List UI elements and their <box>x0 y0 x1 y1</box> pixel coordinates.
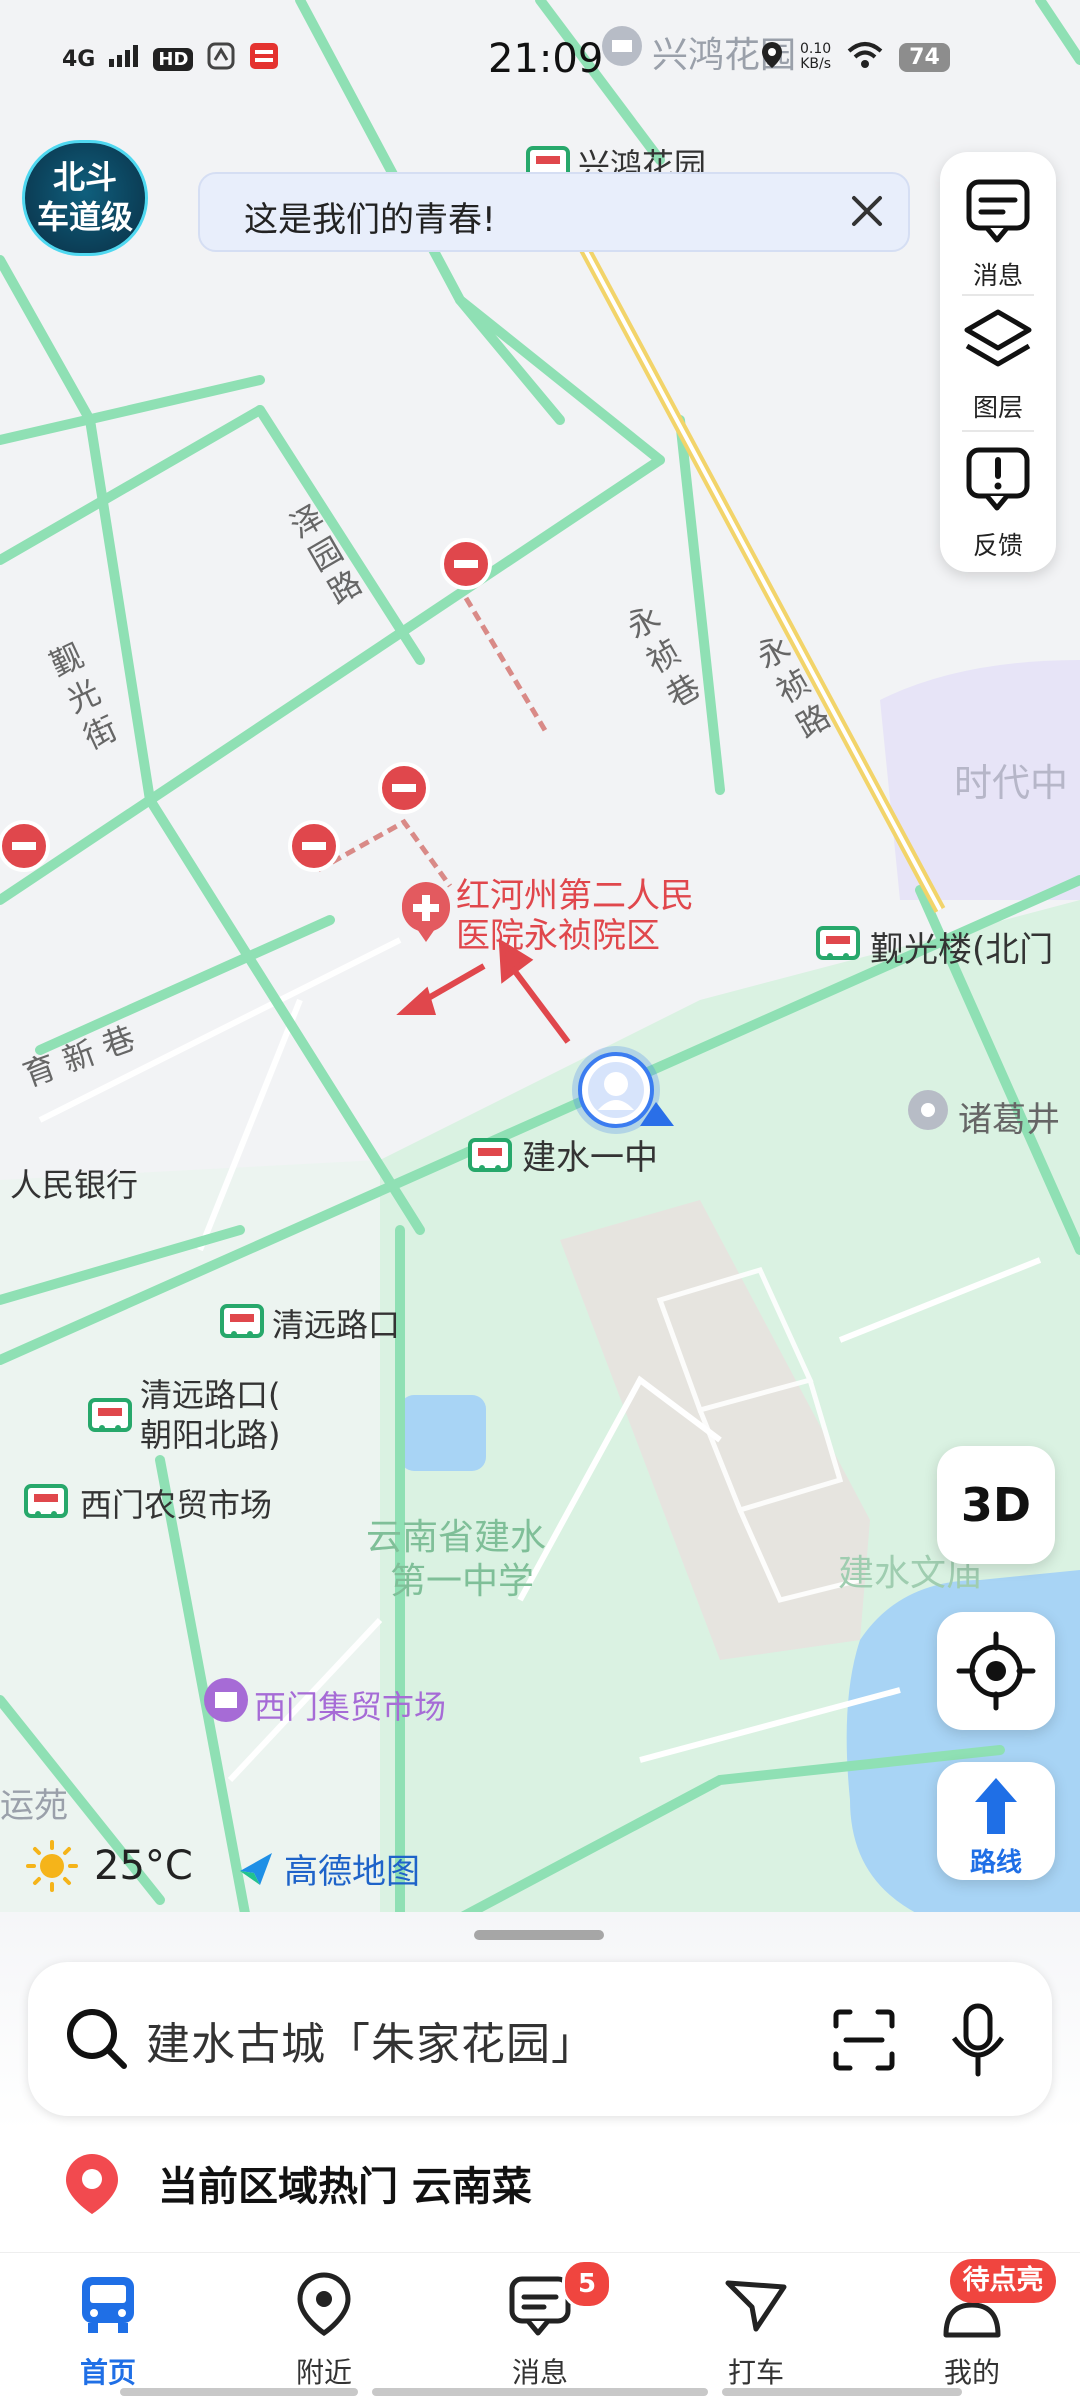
layers-tool-button[interactable]: 图层 <box>940 304 1056 434</box>
bottom-tab-bar: 首页 附近 5 消息 打车 待点亮 我的 <box>0 2252 1080 2401</box>
amap-brand: 高德地图 <box>236 1844 420 1893</box>
gesture-bar-segment <box>722 2388 962 2396</box>
hd-badge: HD <box>153 47 194 71</box>
map-label-hospital-line2[interactable]: 医院永祯院区 <box>456 908 660 957</box>
tab-messages-label: 消息 <box>511 2356 568 2389</box>
feedback-tool-button[interactable]: 反馈 <box>940 440 1056 570</box>
feedback-tool-label: 反馈 <box>972 531 1023 560</box>
market-poi-pin[interactable] <box>204 1678 248 1722</box>
tab-home[interactable]: 首页 <box>38 2253 178 2401</box>
map-label-jianshui-no1[interactable]: 建水一中 <box>522 1130 658 1179</box>
map-label-ximen-bazaar[interactable]: 西门集贸市场 <box>254 1682 446 1728</box>
location-status-icon <box>760 40 784 74</box>
close-icon[interactable] <box>844 188 890 234</box>
search-bar[interactable]: 建水古城「朱家花园」 <box>28 1962 1052 2116</box>
microphone-icon[interactable] <box>946 2002 1010 2078</box>
location-pin-icon <box>66 2154 118 2214</box>
map-label-qingyuan-chaoyang-line2[interactable]: 朝阳北路) <box>140 1410 281 1456</box>
app-notification-icon <box>207 42 235 76</box>
tab-taxi[interactable]: 打车 <box>686 2253 826 2401</box>
nearby-pin-icon <box>297 2272 351 2337</box>
app-notification-icon-2 <box>249 42 279 76</box>
message-icon <box>966 179 1030 243</box>
wifi-icon <box>847 41 883 73</box>
net-speed: 0.10 KB/s <box>800 42 831 72</box>
layers-tool-label: 图层 <box>972 393 1023 422</box>
tab-profile-label: 我的 <box>943 2356 1000 2389</box>
map-label-peoples-bank[interactable]: 人民银行 <box>10 1160 138 1206</box>
map-label-shidai[interactable]: 时代中 <box>954 752 1068 807</box>
profile-icon <box>943 2302 1001 2338</box>
amap-brand-name: 高德地图 <box>284 1852 420 1892</box>
network-type: 4G <box>62 46 96 72</box>
sun-icon <box>26 1840 78 1892</box>
map-label-qingyuan-crossing[interactable]: 清远路口 <box>272 1300 400 1346</box>
net-speed-value: 0.10 <box>800 41 832 57</box>
scan-icon[interactable] <box>832 2008 896 2072</box>
net-speed-unit: KB/s <box>800 56 831 72</box>
route-button[interactable]: 路线 <box>937 1762 1055 1880</box>
map-label-ximen-farm-market[interactable]: 西门农贸市场 <box>80 1480 272 1526</box>
locate-me-button[interactable] <box>937 1612 1055 1730</box>
amap-logo-icon <box>240 1852 272 1885</box>
route-label: 路线 <box>969 1848 1022 1878</box>
taxi-icon <box>725 2280 787 2332</box>
sheet-drag-handle[interactable] <box>474 1930 604 1940</box>
weather-widget[interactable]: 25°C <box>24 1838 193 1894</box>
announcement-banner[interactable]: 这是我们的青春! <box>198 172 910 252</box>
map-label-school-line2[interactable]: 第一中学 <box>390 1552 534 1604</box>
tab-home-label: 首页 <box>79 2356 136 2389</box>
hot-recommendation[interactable]: 当前区域热门 云南菜 <box>62 2150 532 2216</box>
clock: 21:09 <box>488 36 604 82</box>
tool-divider <box>962 430 1034 432</box>
battery-indicator: 74 <box>899 42 950 72</box>
banner-text: 这是我们的青春! <box>244 200 496 240</box>
temperature: 25°C <box>94 1843 193 1889</box>
tab-profile[interactable]: 待点亮 我的 <box>902 2253 1056 2401</box>
map-label-zhuge-well[interactable]: 诸葛井 <box>958 1092 1060 1141</box>
beidou-line2: 车道级 <box>36 198 133 236</box>
messages-tool-button[interactable]: 消息 <box>940 170 1056 300</box>
gesture-bar-segment <box>120 2388 358 2396</box>
tab-taxi-label: 打车 <box>727 2356 784 2389</box>
messages-tool-label: 消息 <box>972 261 1023 290</box>
signal-icon <box>109 45 139 73</box>
gesture-bar-segment <box>372 2388 708 2396</box>
status-bar: 4G HD 21:09 0.10 KB/s 74 <box>0 30 1080 90</box>
well-poi-pin[interactable] <box>908 1090 948 1130</box>
route-arrow-icon <box>975 1778 1017 1834</box>
map-label-guanguang-building[interactable]: 觐光楼(北门 <box>870 922 1053 971</box>
search-input[interactable]: 建水古城「朱家花园」 <box>146 2008 596 2072</box>
map-tools-panel: 消息 图层 反馈 <box>940 152 1056 572</box>
tab-nearby[interactable]: 附近 <box>254 2253 394 2401</box>
profile-badge: 待点亮 <box>950 2259 1056 2303</box>
beidou-line1: 北斗 <box>52 158 117 196</box>
hot-recommendation-text: 当前区域热门 云南菜 <box>158 2164 532 2210</box>
beidou-lane-badge[interactable]: 北斗 车道级 <box>22 140 148 256</box>
search-icon <box>67 2009 127 2069</box>
tab-messages[interactable]: 5 消息 <box>470 2253 612 2401</box>
tab-nearby-label: 附近 <box>295 2356 352 2389</box>
3d-view-button[interactable]: 3D <box>937 1446 1055 1564</box>
map-label-yunyuan[interactable]: 运苑 <box>0 1778 68 1827</box>
feedback-icon <box>966 447 1030 511</box>
locate-icon <box>956 1631 1036 1711</box>
pond <box>400 1395 486 1471</box>
tool-divider <box>962 294 1034 296</box>
bus-icon <box>82 2277 134 2333</box>
layers-icon <box>964 309 1032 367</box>
messages-count-badge: 5 <box>562 2259 612 2309</box>
